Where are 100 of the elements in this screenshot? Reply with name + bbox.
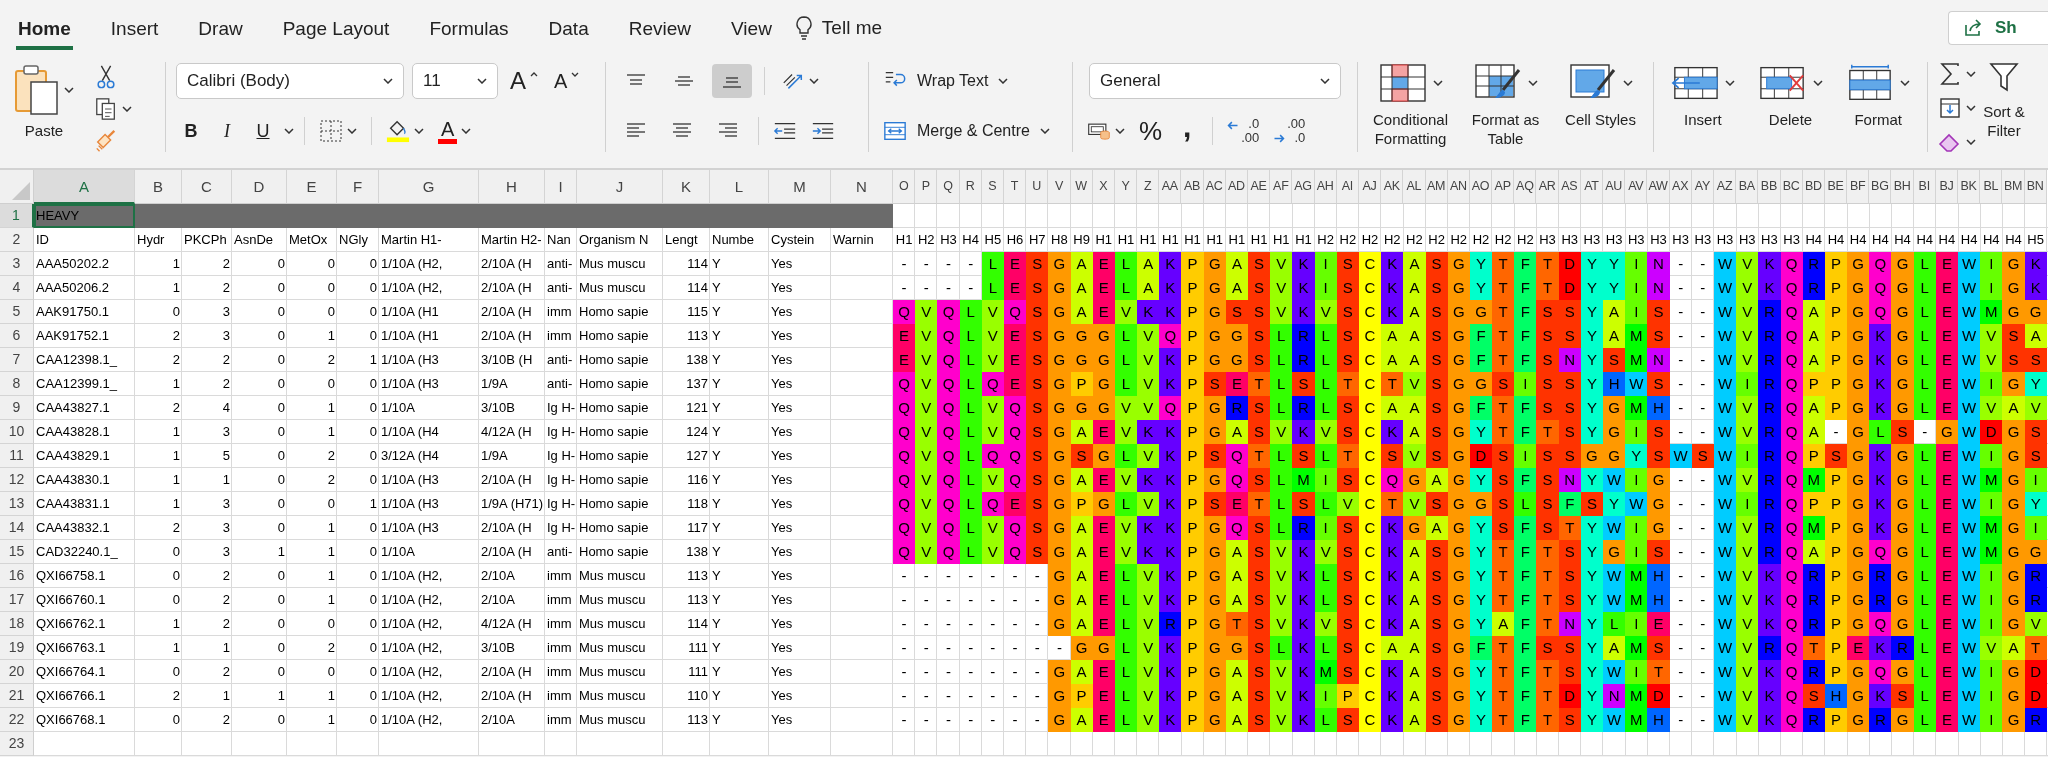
- column-header[interactable]: AL: [1403, 170, 1426, 204]
- column-header[interactable]: U: [1026, 170, 1049, 204]
- row-header[interactable]: 11: [0, 444, 34, 468]
- align-button[interactable]: [712, 64, 752, 98]
- column-header[interactable]: AR: [1536, 170, 1559, 204]
- row-header[interactable]: 13: [0, 492, 34, 516]
- column-header[interactable]: BI: [1913, 170, 1936, 204]
- ribbon-tab[interactable]: Formulas: [427, 18, 511, 50]
- column-header[interactable]: E: [287, 170, 337, 204]
- cells-button[interactable]: Insert: [1662, 62, 1744, 168]
- column-header[interactable]: Q: [937, 170, 960, 204]
- decrease-font-size-button[interactable]: A: [550, 64, 584, 98]
- column-header[interactable]: AD: [1225, 170, 1248, 204]
- column-header[interactable]: M: [769, 170, 831, 204]
- column-header[interactable]: H: [479, 170, 545, 204]
- row-header[interactable]: 19: [0, 636, 34, 660]
- column-header[interactable]: BD: [1802, 170, 1825, 204]
- sort-filter-button[interactable]: Sort & Filter: [1978, 58, 2030, 168]
- ribbon-tab[interactable]: Draw: [196, 18, 245, 50]
- column-header[interactable]: AS: [1558, 170, 1581, 204]
- column-header[interactable]: AO: [1469, 170, 1493, 204]
- cells-button[interactable]: Format: [1837, 62, 1919, 168]
- ribbon-tab[interactable]: Review: [626, 18, 693, 50]
- column-header[interactable]: AU: [1603, 170, 1626, 204]
- column-header[interactable]: Y: [1114, 170, 1138, 204]
- column-header[interactable]: W: [1070, 170, 1093, 204]
- number-format-dropdown[interactable]: General: [1089, 63, 1341, 99]
- font-color-button[interactable]: A: [434, 114, 476, 148]
- ribbon-tab[interactable]: Insert: [108, 18, 161, 50]
- column-header[interactable]: G: [379, 170, 479, 204]
- column-header[interactable]: BG: [1869, 170, 1892, 204]
- column-header[interactable]: N: [831, 170, 893, 204]
- percent-style-button[interactable]: %: [1135, 114, 1167, 148]
- column-header[interactable]: AI: [1336, 170, 1359, 204]
- ribbon-tab[interactable]: Page Layout: [280, 18, 392, 50]
- column-header[interactable]: BN: [2024, 170, 2047, 204]
- ribbon-tab[interactable]: View: [729, 18, 774, 50]
- column-header[interactable]: BC: [1780, 170, 1803, 204]
- column-header[interactable]: F: [337, 170, 379, 204]
- column-header[interactable]: AJ: [1358, 170, 1382, 204]
- wrap-text-button[interactable]: Wrap Text: [879, 64, 1013, 98]
- share-button[interactable]: Sh: [1948, 11, 2048, 45]
- row-header[interactable]: 23: [0, 732, 34, 756]
- column-header[interactable]: AZ: [1713, 170, 1737, 204]
- column-header[interactable]: AG: [1292, 170, 1315, 204]
- decrease-decimal-button[interactable]: .00 .0: [1269, 114, 1310, 148]
- styles-button[interactable]: Conditional Formatting: [1366, 62, 1455, 168]
- paste-button[interactable]: Paste: [14, 62, 74, 158]
- column-header[interactable]: I: [545, 170, 577, 204]
- column-header[interactable]: BB: [1758, 170, 1781, 204]
- row-header[interactable]: 6: [0, 324, 34, 348]
- column-header[interactable]: AH: [1314, 170, 1337, 204]
- row-header[interactable]: 12: [0, 468, 34, 492]
- row-header[interactable]: 20: [0, 660, 34, 684]
- column-header[interactable]: AF: [1270, 170, 1293, 204]
- column-header[interactable]: AM: [1425, 170, 1448, 204]
- column-header[interactable]: AX: [1669, 170, 1692, 204]
- underline-button[interactable]: U: [248, 114, 278, 148]
- column-header[interactable]: D: [232, 170, 287, 204]
- ribbon-tab[interactable]: Data: [546, 18, 591, 50]
- row-header[interactable]: 22: [0, 708, 34, 732]
- comma-style-button[interactable]: ,: [1172, 114, 1203, 148]
- row-header[interactable]: 7: [0, 348, 34, 372]
- column-header[interactable]: AQ: [1514, 170, 1537, 204]
- row-header[interactable]: 16: [0, 564, 34, 588]
- row-header[interactable]: 4: [0, 276, 34, 300]
- column-header[interactable]: R: [959, 170, 982, 204]
- column-header[interactable]: BF: [1847, 170, 1870, 204]
- row-header[interactable]: 3: [0, 252, 34, 276]
- column-header[interactable]: P: [915, 170, 938, 204]
- column-header[interactable]: S: [981, 170, 1004, 204]
- column-header[interactable]: K: [663, 170, 710, 204]
- column-header[interactable]: BM: [2002, 170, 2025, 204]
- row-header[interactable]: 5: [0, 300, 34, 324]
- column-header[interactable]: AE: [1248, 170, 1271, 204]
- column-header[interactable]: AB: [1181, 170, 1204, 204]
- column-header[interactable]: O: [893, 170, 916, 204]
- column-header[interactable]: Z: [1137, 170, 1160, 204]
- row-header[interactable]: 18: [0, 612, 34, 636]
- font-name-dropdown[interactable]: Calibri (Body): [176, 63, 404, 99]
- column-header[interactable]: T: [1003, 170, 1027, 204]
- row-header[interactable]: 14: [0, 516, 34, 540]
- column-header[interactable]: A: [34, 170, 135, 204]
- column-header[interactable]: AN: [1447, 170, 1470, 204]
- column-header[interactable]: BL: [1980, 170, 2003, 204]
- column-header[interactable]: X: [1092, 170, 1115, 204]
- row-header[interactable]: 2: [0, 228, 34, 252]
- row-header[interactable]: 9: [0, 396, 34, 420]
- font-size-dropdown[interactable]: 11: [412, 63, 498, 99]
- column-header[interactable]: AC: [1203, 170, 1226, 204]
- column-header[interactable]: BJ: [1935, 170, 1958, 204]
- styles-button[interactable]: Format as Table: [1461, 62, 1550, 168]
- column-header[interactable]: BA: [1736, 170, 1759, 204]
- column-header[interactable]: AY: [1691, 170, 1714, 204]
- italic-button[interactable]: I: [212, 114, 242, 148]
- column-header[interactable]: AW: [1647, 170, 1670, 204]
- bold-button[interactable]: B: [176, 114, 206, 148]
- row-header[interactable]: 10: [0, 420, 34, 444]
- row-header[interactable]: 8: [0, 372, 34, 396]
- row-header[interactable]: 15: [0, 540, 34, 564]
